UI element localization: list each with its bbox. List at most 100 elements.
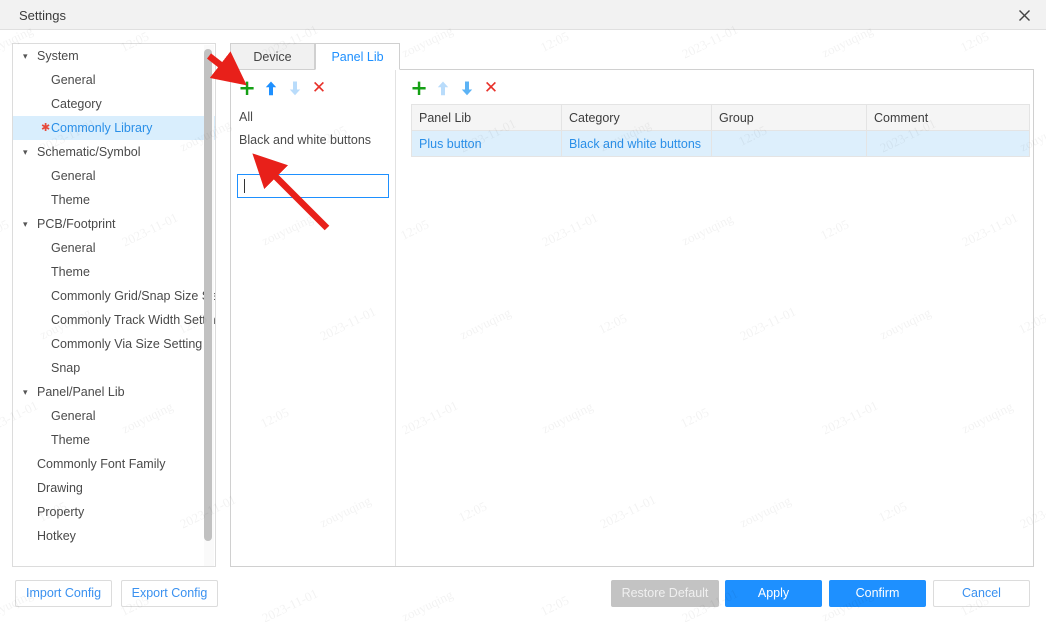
tree-item-label: Schematic/Symbol bbox=[37, 145, 141, 159]
tree-item-label: Commonly Via Size Setting bbox=[51, 337, 203, 351]
export-config-button[interactable]: Export Config bbox=[121, 580, 218, 607]
tab-panel-lib[interactable]: Panel Lib bbox=[315, 43, 400, 70]
library-list-item[interactable]: All bbox=[239, 106, 389, 129]
column-header-category[interactable]: Category bbox=[561, 104, 712, 131]
chevron-down-icon[interactable]: ▾ bbox=[23, 380, 33, 404]
tree-item-label: General bbox=[51, 73, 96, 87]
apply-button[interactable]: Apply bbox=[725, 580, 822, 607]
panel-lib-table: Panel Lib Category Group Comment Plus bu… bbox=[411, 104, 1030, 157]
tree-item-label: General bbox=[51, 169, 96, 183]
cell-comment[interactable] bbox=[866, 130, 1030, 157]
table-row[interactable]: Plus button Black and white buttons bbox=[411, 130, 1030, 157]
tree-item-label: Theme bbox=[51, 433, 90, 447]
tree-items-container: ▾ System General Category ✱ Commonly Library ▾… bbox=[13, 44, 216, 548]
library-category-list: All Black and white buttons bbox=[239, 106, 389, 152]
import-config-button[interactable]: Import Config bbox=[15, 580, 112, 607]
tree-item-label: Property bbox=[37, 505, 85, 519]
tree-scrollbar-track[interactable] bbox=[204, 45, 214, 566]
add-panel-lib-button[interactable]: + bbox=[409, 77, 429, 99]
tree-item-property[interactable]: Property bbox=[13, 500, 215, 524]
cell-category[interactable]: Black and white buttons bbox=[561, 130, 712, 157]
column-header-panel-lib[interactable]: Panel Lib bbox=[411, 104, 562, 131]
tree-item-label: Category bbox=[51, 97, 102, 111]
tree-item-hotkey[interactable]: Hotkey bbox=[13, 524, 215, 548]
tree-item-drawing[interactable]: Drawing bbox=[13, 476, 215, 500]
arrow-down-icon bbox=[289, 81, 301, 95]
move-panel-lib-down-button[interactable] bbox=[457, 77, 477, 99]
tree-item-general[interactable]: General bbox=[13, 68, 215, 92]
tree-item-theme[interactable]: Theme bbox=[13, 260, 215, 284]
move-panel-lib-up-button[interactable] bbox=[433, 77, 453, 99]
column-header-comment[interactable]: Comment bbox=[866, 104, 1030, 131]
tree-item-label: Drawing bbox=[37, 481, 83, 495]
tree-item-panel-panel-lib[interactable]: ▾ Panel/Panel Lib bbox=[13, 380, 215, 404]
chevron-down-icon[interactable]: ▾ bbox=[23, 140, 33, 164]
tree-item-label: Panel/Panel Lib bbox=[37, 385, 125, 399]
tree-item-theme[interactable]: Theme bbox=[13, 188, 215, 212]
tree-item-pcb-footprint[interactable]: ▾ PCB/Footprint bbox=[13, 212, 215, 236]
column-header-group[interactable]: Group bbox=[711, 104, 867, 131]
tree-item-general[interactable]: General bbox=[13, 404, 215, 428]
text-caret bbox=[244, 179, 245, 193]
tree-item-commonly-track-width-setting[interactable]: Commonly Track Width Setting bbox=[13, 308, 216, 332]
delete-panel-lib-label: ✕ bbox=[483, 77, 499, 98]
tree-item-label: General bbox=[51, 241, 96, 255]
tree-item-commonly-grid-snap-size-setting[interactable]: Commonly Grid/Snap Size Setting bbox=[13, 284, 215, 308]
tree-item-general[interactable]: General bbox=[13, 164, 215, 188]
tree-item-label: Commonly Grid/Snap Size Setting bbox=[51, 289, 215, 303]
tree-item-label: Theme bbox=[51, 193, 90, 207]
window-titlebar: Settings bbox=[0, 0, 1046, 30]
tree-item-commonly-library[interactable]: ✱ Commonly Library bbox=[13, 116, 215, 140]
cell-panel-lib[interactable]: Plus button bbox=[411, 130, 562, 157]
arrow-up-icon bbox=[437, 81, 449, 95]
tree-item-commonly-via-size-setting[interactable]: Commonly Via Size Setting bbox=[13, 332, 215, 356]
cell-group[interactable] bbox=[711, 130, 867, 157]
delete-panel-lib-button[interactable]: ✕ bbox=[481, 77, 501, 99]
window-title: Settings bbox=[19, 8, 66, 23]
table-body: Plus button Black and white buttons bbox=[411, 130, 1030, 157]
tab-bar: Device Panel Lib bbox=[230, 43, 1034, 70]
tree-item-label: Hotkey bbox=[37, 529, 76, 543]
tree-item-label: Commonly Library bbox=[51, 121, 153, 135]
close-icon[interactable] bbox=[1002, 0, 1046, 30]
library-list-item-label: Black and white buttons bbox=[239, 133, 372, 147]
panel-lib-toolbar: + ✕ bbox=[409, 77, 509, 99]
tree-item-label: System bbox=[37, 49, 79, 63]
confirm-button[interactable]: Confirm bbox=[829, 580, 926, 607]
tree-item-system[interactable]: ▾ System bbox=[13, 44, 215, 68]
new-library-name-input[interactable] bbox=[237, 174, 389, 198]
chevron-down-icon[interactable]: ▾ bbox=[23, 44, 33, 68]
tree-item-theme[interactable]: Theme bbox=[13, 428, 215, 452]
add-panel-lib-label: + bbox=[410, 75, 428, 100]
tree-item-general[interactable]: General bbox=[13, 236, 215, 260]
library-list-item[interactable]: Black and white buttons bbox=[239, 129, 389, 152]
tree-item-label: General bbox=[51, 409, 96, 423]
tree-item-commonly-font-family[interactable]: Commonly Font Family bbox=[13, 452, 215, 476]
tree-item-label: Snap bbox=[51, 361, 81, 375]
cancel-button[interactable]: Cancel bbox=[933, 580, 1030, 607]
move-library-down-button[interactable] bbox=[285, 77, 305, 99]
chevron-down-icon[interactable]: ▾ bbox=[23, 212, 33, 236]
move-library-up-button[interactable] bbox=[261, 77, 281, 99]
library-list-item-label: All bbox=[239, 110, 253, 124]
tab-panel-lib-label: Panel Lib bbox=[331, 50, 384, 64]
tree-item-label: Commonly Track Width Setting bbox=[51, 313, 216, 327]
restore-default-button[interactable]: Restore Default bbox=[611, 580, 719, 607]
watermark-text: 12:05 bbox=[0, 216, 12, 243]
tab-device-label: Device bbox=[253, 50, 292, 64]
tree-item-category[interactable]: Category bbox=[13, 92, 215, 116]
settings-category-tree[interactable]: ▾ System General Category ✱ Commonly Library ▾… bbox=[12, 43, 216, 567]
add-library-button[interactable]: + bbox=[237, 77, 257, 99]
modified-marker-icon: ✱ bbox=[41, 122, 51, 134]
tree-item-label: Commonly Font Family bbox=[37, 457, 166, 471]
library-toolbar: + ✕ bbox=[237, 77, 337, 99]
tree-item-label: PCB/Footprint bbox=[37, 217, 116, 231]
tree-scrollbar-thumb[interactable] bbox=[204, 49, 212, 541]
tab-device[interactable]: Device bbox=[230, 43, 315, 70]
delete-library-button[interactable]: ✕ bbox=[309, 77, 329, 99]
tree-item-label: Theme bbox=[51, 265, 90, 279]
tree-item-snap[interactable]: Snap bbox=[13, 356, 215, 380]
tree-item-schematic-symbol[interactable]: ▾ Schematic/Symbol bbox=[13, 140, 215, 164]
table-header-row: Panel Lib Category Group Comment bbox=[411, 104, 1030, 131]
content-divider bbox=[395, 70, 396, 566]
